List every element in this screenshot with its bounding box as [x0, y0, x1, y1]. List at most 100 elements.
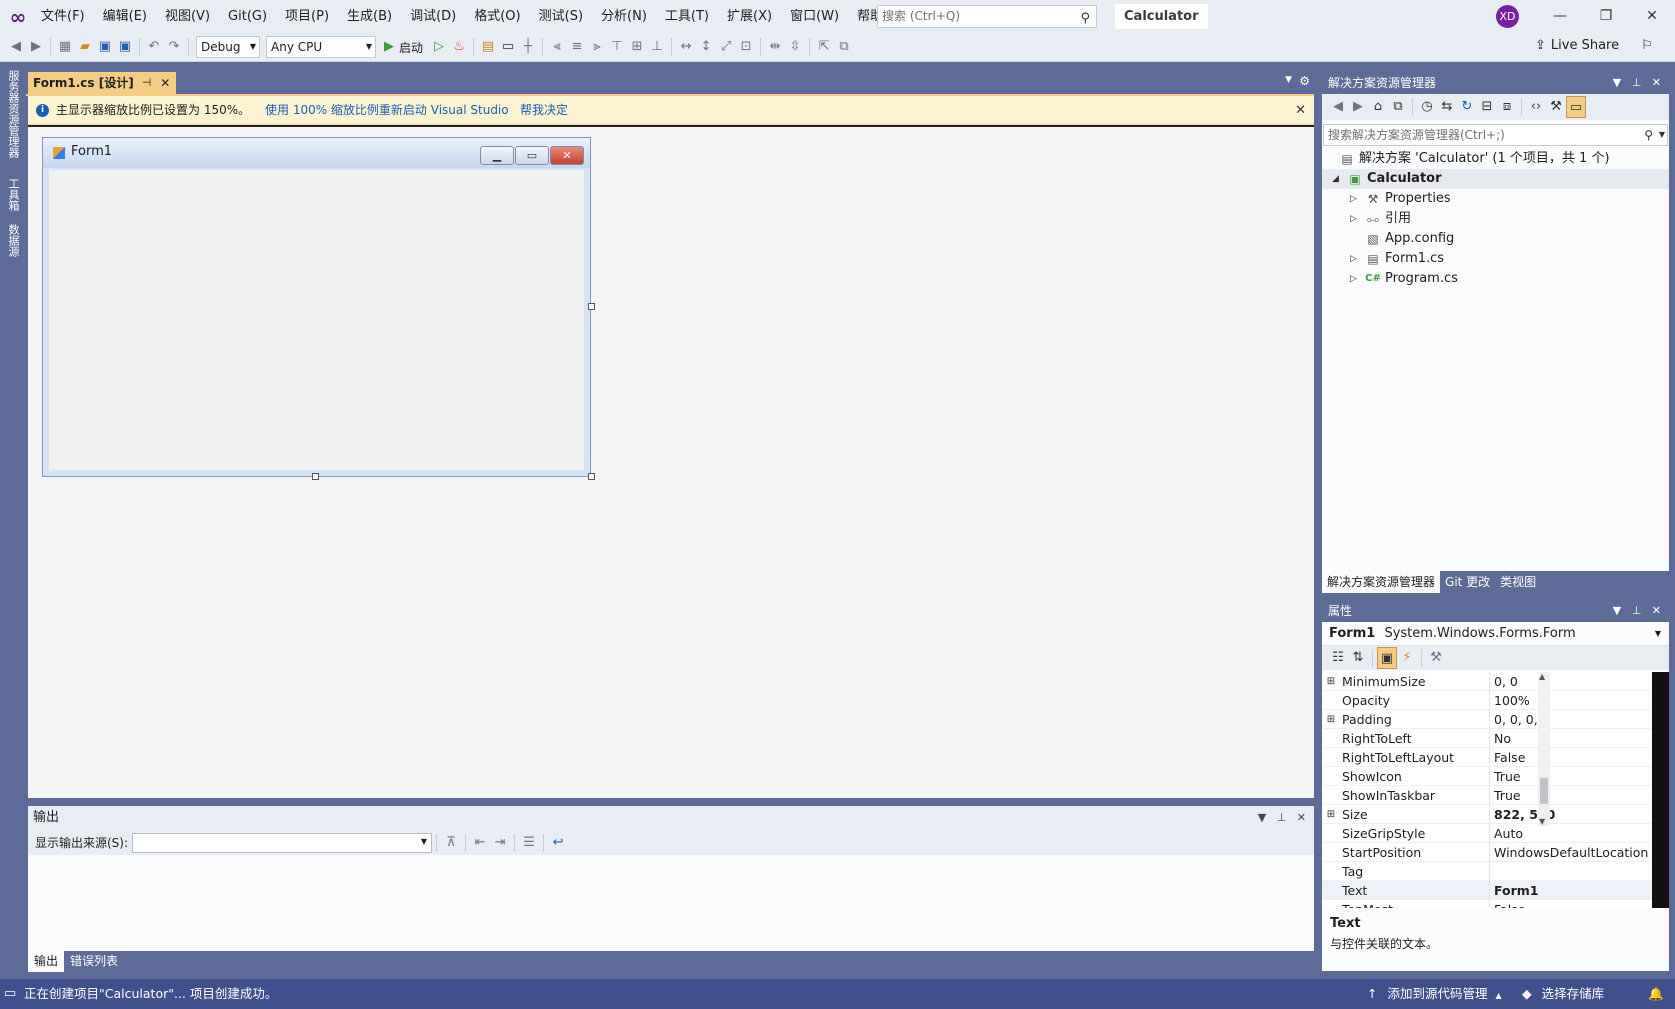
property-value[interactable]: No [1490, 729, 1650, 748]
form1-preview-window[interactable]: Form1 ▁ ▭ ✕ [42, 137, 591, 477]
tab-solution-explorer[interactable]: 解决方案资源管理器 [1322, 571, 1441, 593]
window-layout-icon[interactable]: ▭ [498, 36, 518, 58]
auto-hide-pin-icon[interactable]: ⊥ [1632, 604, 1642, 617]
align-centers-icon[interactable]: ≡ [567, 36, 587, 58]
pin-icon[interactable]: ⊣ [142, 72, 152, 94]
scroll-down-icon[interactable]: ▼ [1539, 817, 1545, 826]
close-tab-icon[interactable]: ✕ [160, 72, 170, 94]
close-window-icon[interactable]: ✕ [1630, 0, 1674, 33]
property-pages-wrench-icon[interactable]: ⚒ [1426, 647, 1446, 669]
solution-configuration-select[interactable]: Debug ▼ [196, 36, 260, 58]
align-to-grid-icon[interactable]: ┼ [518, 36, 538, 58]
align-tops-icon[interactable]: ⊤ [607, 36, 627, 58]
sync-active-document-icon[interactable]: ⇆ [1437, 96, 1457, 118]
property-value[interactable]: WindowsDefaultLocation [1490, 843, 1650, 862]
help-me-decide-link[interactable]: 帮我决定 [520, 96, 568, 125]
restart-with-100-link[interactable]: 使用 100% 缩放比例重新启动 Visual Studio [265, 96, 509, 125]
collapse-all-icon[interactable]: ⊟ [1477, 96, 1497, 118]
navigate-back-icon[interactable]: ◀ [6, 36, 26, 58]
close-pane-icon[interactable]: ✕ [1652, 604, 1661, 617]
menu-debug[interactable]: 调试(D) [401, 0, 465, 33]
property-row[interactable]: ⊞ Padding 0, 0, 0, 0 [1322, 709, 1652, 729]
property-row[interactable]: ⊞ Size 822, 500 [1322, 804, 1652, 824]
menu-window[interactable]: 窗口(W) [781, 0, 848, 33]
properties-view-icon[interactable]: ▣ [1377, 647, 1397, 669]
property-value[interactable]: 100% [1490, 691, 1650, 710]
property-row[interactable]: RightToLeftLayout False [1322, 747, 1652, 767]
property-value[interactable]: True [1490, 786, 1650, 805]
output-source-select[interactable]: ▼ [132, 832, 433, 853]
show-all-files-icon[interactable]: ⧈ [1497, 96, 1517, 118]
property-row[interactable]: TopMostFalse [1322, 899, 1652, 909]
user-avatar[interactable]: XD [1496, 5, 1519, 28]
save-icon[interactable]: ▣ [95, 36, 115, 58]
find-message-icon[interactable]: ⊼ [441, 832, 461, 854]
property-value[interactable]: False [1490, 900, 1650, 909]
solution-explorer-folder-icon[interactable]: ▤ [478, 36, 498, 58]
save-all-icon[interactable]: ▣ [115, 36, 135, 58]
property-grid-scrollbar[interactable]: ▲ ▼ [1538, 672, 1550, 826]
menu-file[interactable]: 文件(F) [32, 0, 94, 33]
start-debugging-icon[interactable]: ▶ [379, 36, 399, 58]
make-same-size-icon[interactable]: ⤢ [716, 36, 736, 58]
property-row[interactable]: ShowInTaskbar True [1322, 785, 1652, 805]
refresh-icon[interactable]: ↻ [1457, 96, 1477, 118]
toolbox-tab[interactable]: 工具箱 [5, 178, 21, 211]
property-row[interactable]: Text Form1 [1322, 880, 1652, 900]
feedback-icon[interactable]: ⚐ [1641, 38, 1653, 53]
minimize-window-icon[interactable]: — [1538, 0, 1582, 33]
chevron-down-icon[interactable]: ▼ [1659, 125, 1665, 145]
settings-gear-icon[interactable]: ⚙ [1299, 74, 1310, 88]
hot-reload-icon[interactable]: ♨ [449, 36, 469, 58]
expand-plus-icon[interactable]: ⊞ [1322, 672, 1340, 691]
properties-wrench-icon[interactable]: ⚒ [1546, 96, 1566, 118]
expanded-caret-icon[interactable]: ◢ [1332, 169, 1346, 189]
tab-output[interactable]: 输出 [28, 951, 65, 972]
property-value[interactable]: False [1490, 748, 1650, 767]
start-button[interactable]: 启动 [399, 39, 423, 56]
align-bottoms-icon[interactable]: ⊥ [647, 36, 667, 58]
tab-class-view[interactable]: 类视图 [1495, 571, 1541, 593]
menu-build[interactable]: 生成(B) [338, 0, 401, 33]
tab-list-chevron-icon[interactable]: ▼ [1285, 75, 1292, 85]
menu-project[interactable]: 项目(P) [276, 0, 338, 33]
navigate-forward-icon[interactable]: ▶ [26, 36, 46, 58]
scrollbar-thumb[interactable] [1540, 778, 1548, 804]
categorized-icon[interactable]: ☷ [1328, 647, 1348, 669]
property-value[interactable]: Form1 [1490, 881, 1650, 900]
property-value[interactable]: 822, 500 [1490, 805, 1650, 824]
word-wrap-icon[interactable]: ↩ [548, 832, 568, 854]
size-to-grid-icon[interactable]: ⊡ [736, 36, 756, 58]
back-icon[interactable]: ◀ [1328, 96, 1348, 118]
data-sources-tab[interactable]: 数据源 [5, 224, 21, 257]
select-repository-button[interactable]: ◆ 选择存储库 [1522, 979, 1604, 1009]
horizontal-spacing-icon[interactable]: ⇹ [765, 36, 785, 58]
solution-explorer-search-input[interactable]: 搜索解决方案资源管理器(Ctrl+;) ⚲ ▼ [1323, 124, 1668, 146]
tree-item[interactable]: ▷ C# Program.cs [1322, 269, 1669, 289]
close-icon[interactable]: ✕ [1295, 96, 1306, 125]
property-value[interactable]: 0, 0, 0, 0 [1490, 710, 1650, 729]
add-to-source-control-button[interactable]: ↑ 添加到源代码管理 ▲ [1367, 979, 1502, 1009]
menu-git[interactable]: Git(G) [219, 0, 276, 33]
resize-handle-right[interactable] [588, 303, 595, 310]
menu-edit[interactable]: 编辑(E) [94, 0, 156, 33]
clear-all-icon[interactable]: ☰ [519, 832, 539, 854]
menu-extensions[interactable]: 扩展(X) [718, 0, 781, 33]
property-row[interactable]: StartPosition WindowsDefaultLocation [1322, 842, 1652, 862]
menu-tools[interactable]: 工具(T) [656, 0, 718, 33]
restore-window-icon[interactable]: ❐ [1584, 0, 1628, 33]
collapsed-caret-icon[interactable]: ▷ [1350, 189, 1364, 209]
collapsed-caret-icon[interactable]: ▷ [1350, 209, 1364, 229]
auto-hide-pin-icon[interactable]: ⊥ [1277, 811, 1287, 824]
vertical-spacing-icon[interactable]: ⇳ [785, 36, 805, 58]
visual-studio-logo-icon[interactable]: ∞ [6, 5, 30, 29]
start-without-debugging-icon[interactable]: ▷ [429, 36, 449, 58]
previous-message-icon[interactable]: ⇤ [470, 832, 490, 854]
menu-format[interactable]: 格式(O) [465, 0, 529, 33]
resize-handle-bottom[interactable] [312, 473, 319, 480]
undo-icon[interactable]: ↶ [144, 36, 164, 58]
events-lightning-icon[interactable]: ⚡ [1397, 647, 1417, 669]
make-same-height-icon[interactable]: ↕ [696, 36, 716, 58]
center-horizontally-icon[interactable]: ⇱ [814, 36, 834, 58]
scroll-up-icon[interactable]: ▲ [1539, 672, 1545, 681]
